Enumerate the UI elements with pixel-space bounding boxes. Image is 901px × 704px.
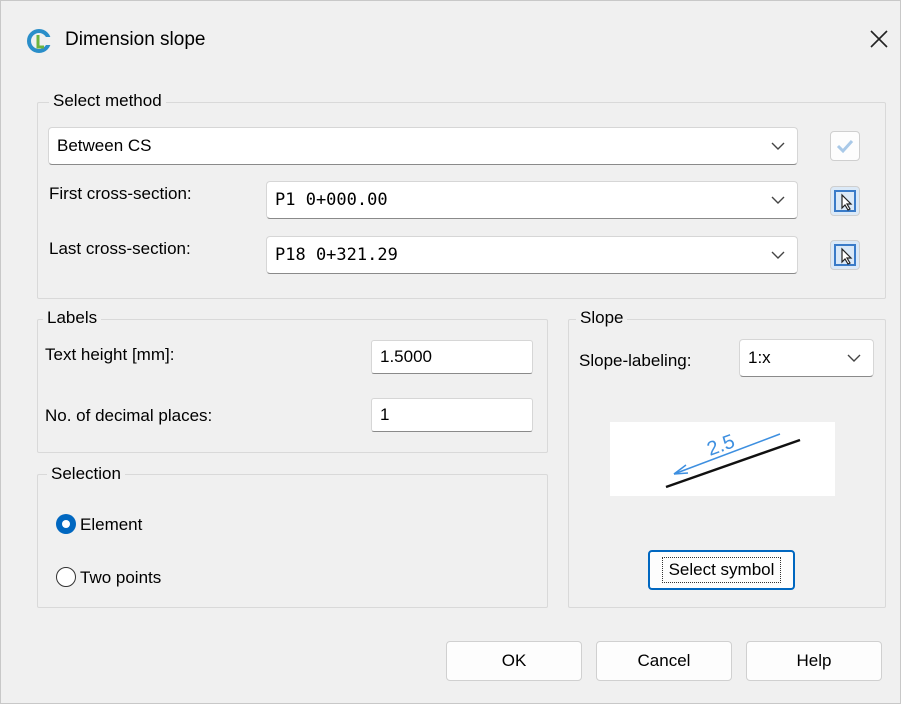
radio-two-points[interactable] (56, 567, 76, 587)
select-symbol-label: Select symbol (661, 557, 782, 583)
close-button[interactable] (863, 23, 895, 55)
slope-labeling-value: 1:x (748, 348, 771, 367)
text-height-value: 1.5000 (380, 347, 432, 366)
checkmark-icon (836, 139, 854, 154)
chevron-down-icon (847, 354, 861, 362)
cancel-label: Cancel (637, 651, 691, 670)
pick-cursor-icon (834, 244, 856, 266)
app-logo-icon (27, 29, 51, 53)
radio-element[interactable] (56, 514, 76, 534)
chevron-down-icon (771, 142, 785, 150)
pick-cursor-icon (834, 190, 856, 212)
confirm-method-button[interactable] (830, 131, 860, 161)
title-bar: Dimension slope (1, 1, 900, 73)
close-icon (870, 30, 888, 48)
slope-legend: Slope (576, 308, 628, 328)
ok-button[interactable]: OK (446, 641, 582, 681)
last-cross-section-value: P18 0+321.29 (275, 245, 398, 265)
help-button[interactable]: Help (746, 641, 882, 681)
method-select-value: Between CS (57, 136, 152, 155)
help-label: Help (796, 651, 832, 670)
chevron-down-icon (771, 251, 785, 259)
cancel-button[interactable]: Cancel (596, 641, 732, 681)
radio-two-points-label[interactable]: Two points (80, 568, 161, 588)
first-cross-section-label: First cross-section: (49, 184, 192, 203)
selection-legend: Selection (47, 464, 125, 484)
decimal-places-label: No. of decimal places: (45, 406, 213, 425)
select-symbol-button[interactable]: Select symbol (648, 550, 795, 590)
pick-first-cross-section-button[interactable] (830, 186, 860, 216)
slope-labeling-select[interactable]: 1:x (739, 339, 874, 377)
decimal-places-input[interactable]: 1 (371, 398, 533, 432)
pick-last-cross-section-button[interactable] (830, 240, 860, 270)
slope-symbol-preview: 2.5 (610, 422, 835, 496)
select-method-legend: Select method (49, 91, 166, 111)
slope-labeling-label: Slope-labeling: (579, 351, 692, 370)
first-cross-section-select[interactable]: P1 0+000.00 (266, 181, 798, 219)
dimension-slope-dialog: Dimension slope Select method Between CS… (0, 0, 901, 704)
last-cross-section-select[interactable]: P18 0+321.29 (266, 236, 798, 274)
text-height-label: Text height [mm]: (45, 345, 175, 364)
first-cross-section-value: P1 0+000.00 (275, 190, 388, 210)
labels-legend: Labels (43, 308, 102, 328)
method-select[interactable]: Between CS (48, 127, 798, 165)
ok-label: OK (501, 651, 527, 670)
radio-element-label[interactable]: Element (80, 515, 142, 535)
decimal-places-value: 1 (380, 405, 390, 424)
window-title: Dimension slope (65, 29, 206, 50)
text-height-input[interactable]: 1.5000 (371, 340, 533, 374)
chevron-down-icon (771, 196, 785, 204)
last-cross-section-label: Last cross-section: (49, 239, 191, 258)
